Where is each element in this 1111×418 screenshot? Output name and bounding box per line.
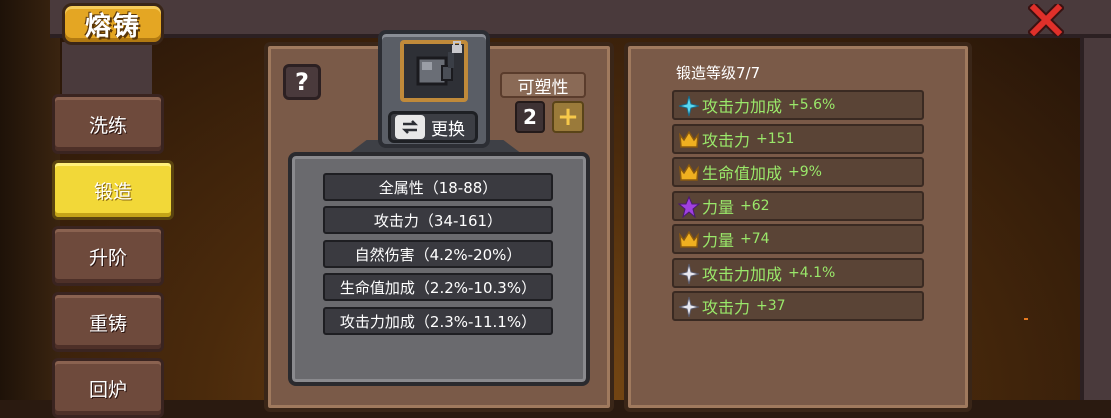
header-bar — [50, 0, 1111, 38]
stat-row: 攻击力 +151 — [672, 124, 924, 154]
ember-particle — [1024, 318, 1028, 320]
swap-label: 更换 — [431, 119, 465, 140]
window-title: 熔铸 — [62, 3, 164, 45]
stat-value: +37 — [756, 298, 786, 314]
stat-range-row: 自然伤害（4.2%-20%） — [323, 240, 553, 268]
tab-label: 洗练 — [88, 114, 127, 137]
tab-stem — [62, 42, 152, 102]
swap-icon — [395, 115, 425, 139]
stat-range-row: 攻击力（34-161） — [323, 206, 553, 234]
stat-range-row: 全属性（18-88） — [323, 173, 553, 201]
stat-label: 攻击力加成 — [702, 97, 783, 116]
gold-crown-icon — [678, 229, 700, 251]
stat-label: 攻击力 — [702, 298, 751, 317]
tab-recast[interactable]: 重铸 — [52, 292, 164, 352]
forge-level-label: 锻造等级7/7 — [676, 64, 761, 82]
stat-row: 力量 +74 — [672, 224, 924, 254]
right-frame — [1080, 38, 1111, 400]
plus-icon: + — [557, 102, 579, 132]
tab-label: 重铸 — [88, 312, 127, 335]
stat-value: +151 — [756, 131, 795, 147]
stat-value: +4.1% — [788, 265, 836, 281]
help-icon: ? — [295, 68, 309, 96]
lock-icon — [450, 38, 464, 53]
plasticity-label: 可塑性 — [500, 72, 586, 98]
white-star-icon — [678, 296, 700, 318]
stat-range-row: 生命值加成（2.2%-10.3%） — [323, 273, 553, 301]
stat-range-row: 攻击力加成（2.3%-11.1%） — [323, 307, 553, 335]
tab-forge[interactable]: 锻造 — [52, 160, 174, 220]
tab-refine[interactable]: 洗练 — [52, 94, 164, 154]
add-plasticity-button[interactable]: + — [552, 101, 584, 133]
stat-row: 攻击力加成 +4.1% — [672, 258, 924, 288]
gold-crown-icon — [678, 162, 700, 184]
stat-row: 攻击力加成 +5.6% — [672, 90, 924, 120]
swap-button[interactable]: 更换 — [388, 111, 478, 143]
stat-label: 生命值加成 — [702, 164, 783, 183]
stat-label: 攻击力 — [702, 131, 751, 150]
stat-label: 力量 — [702, 231, 735, 250]
stat-row: 生命值加成 +9% — [672, 157, 924, 187]
cyan-star-icon — [678, 95, 700, 117]
stat-row: 力量 +62 — [672, 191, 924, 221]
purple-star-icon — [678, 196, 700, 218]
stat-label: 攻击力加成 — [702, 265, 783, 284]
close-button[interactable] — [1026, 0, 1066, 40]
stat-value: +62 — [740, 198, 770, 214]
stat-label: 力量 — [702, 198, 735, 217]
close-icon — [1026, 0, 1066, 40]
stat-value: +74 — [740, 231, 770, 247]
tab-label: 回炉 — [88, 378, 127, 401]
tab-upgrade[interactable]: 升阶 — [52, 226, 164, 286]
white-star-icon — [678, 263, 700, 285]
tab-smelt[interactable]: 回炉 — [52, 358, 164, 418]
help-button[interactable]: ? — [283, 64, 321, 100]
stat-row: 攻击力 +37 — [672, 291, 924, 321]
tab-label: 锻造 — [93, 180, 132, 203]
stat-value: +5.6% — [788, 97, 836, 113]
left-shadow — [0, 0, 60, 400]
plasticity-value: 2 — [515, 101, 545, 133]
tab-label: 升阶 — [88, 246, 127, 269]
stat-value: +9% — [788, 164, 822, 180]
gold-crown-icon — [678, 129, 700, 151]
